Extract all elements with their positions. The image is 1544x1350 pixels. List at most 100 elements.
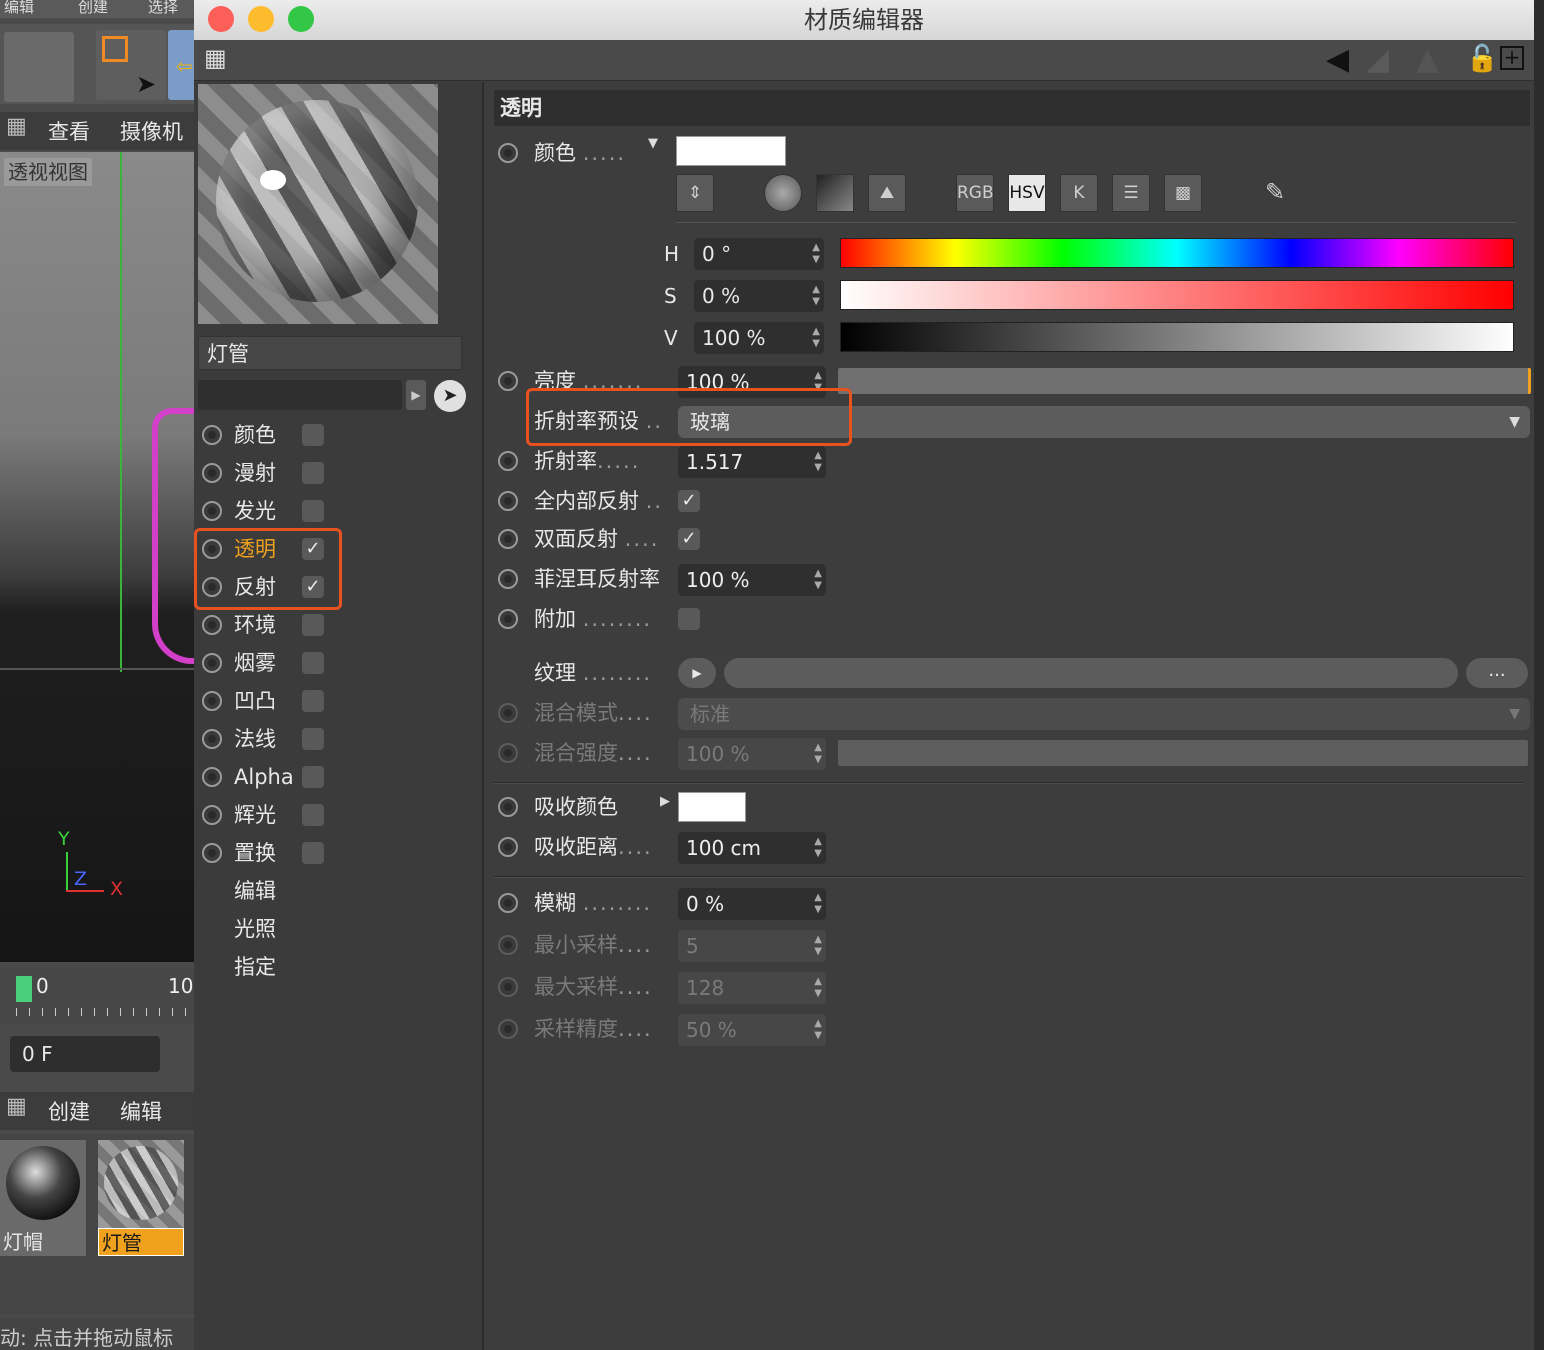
channel-item[interactable]: 法线 <box>202 720 342 758</box>
bg-menu-edit[interactable]: 编辑 <box>4 0 34 17</box>
timeline[interactable]: 0 10 <box>0 968 196 1024</box>
title-bar[interactable]: 材质编辑器 <box>194 0 1534 40</box>
blend-mode-dropdown[interactable]: 标准 ▼ <box>678 698 1530 730</box>
accuracy-field[interactable]: 50 % ▲ ▼ <box>678 1014 826 1046</box>
channel-checkbox[interactable] <box>302 728 324 750</box>
spinner-icon[interactable]: ▲ ▼ <box>814 742 822 766</box>
texture-more-button[interactable]: ... <box>1466 658 1528 688</box>
color-swatch[interactable] <box>676 136 786 166</box>
animate-radio[interactable] <box>498 837 518 857</box>
channel-radio[interactable] <box>202 843 222 863</box>
blend-strength-slider[interactable] <box>838 740 1528 766</box>
timeline-playhead[interactable] <box>16 976 32 1002</box>
brightness-slider[interactable] <box>838 368 1531 394</box>
spinner-icon[interactable]: ▲ ▼ <box>814 568 822 592</box>
channel-checkbox[interactable] <box>302 766 324 788</box>
channel-checkbox[interactable] <box>302 424 324 446</box>
channel-checkbox[interactable]: ✓ <box>302 538 324 560</box>
channel-item[interactable]: 环境 <box>202 606 342 644</box>
channel-checkbox[interactable] <box>302 804 324 826</box>
viewport[interactable]: 透视视图 Y Z X <box>0 152 196 962</box>
swatches-icon[interactable]: ▩ <box>1164 174 1202 212</box>
bg-menu-camera[interactable]: 摄像机 <box>120 116 183 146</box>
channel-checkbox[interactable] <box>302 462 324 484</box>
channel-radio[interactable] <box>202 805 222 825</box>
channel-edit[interactable]: 编辑 <box>234 872 276 910</box>
back-arrow-icon[interactable]: ◀ <box>1326 42 1349 77</box>
channel-radio[interactable] <box>202 691 222 711</box>
animate-radio[interactable] <box>498 797 518 817</box>
animate-radio[interactable] <box>498 703 518 723</box>
channel-checkbox[interactable] <box>302 614 324 636</box>
bg-menu-edit[interactable]: 编辑 <box>120 1096 162 1126</box>
animate-radio[interactable] <box>498 371 518 391</box>
channel-radio[interactable] <box>202 463 222 483</box>
spinner-icon[interactable]: ▲ ▼ <box>814 976 822 1000</box>
hsv-button[interactable]: HSV <box>1008 174 1046 212</box>
channel-item[interactable]: Alpha <box>202 758 342 796</box>
rgb-button[interactable]: RGB <box>956 174 994 212</box>
channel-radio[interactable] <box>202 501 222 521</box>
bg-menu-create[interactable]: 创建 <box>48 1096 90 1126</box>
animate-radio[interactable] <box>498 491 518 511</box>
channel-radio[interactable] <box>202 767 222 787</box>
channel-item[interactable]: 凹凸 <box>202 682 342 720</box>
material-thumb-tube[interactable]: 灯管 <box>98 1140 184 1256</box>
animate-radio[interactable] <box>498 529 518 549</box>
forward-arrow-icon[interactable]: ◢ <box>1366 42 1389 77</box>
bg-menu-view[interactable]: 查看 <box>48 116 90 146</box>
spinner-icon[interactable]: ▲ ▼ <box>814 1018 822 1042</box>
animate-radio[interactable] <box>498 609 518 629</box>
channel-checkbox[interactable] <box>302 842 324 864</box>
channel-item[interactable]: 反射 ✓ <box>202 568 342 606</box>
channel-item[interactable]: 发光 <box>202 492 342 530</box>
dropdown-triangle-icon[interactable]: ▼ <box>648 136 658 151</box>
layer-field[interactable] <box>198 380 402 410</box>
channel-checkbox[interactable]: ✓ <box>302 576 324 598</box>
animate-radio[interactable] <box>498 977 518 997</box>
channel-radio[interactable] <box>202 653 222 673</box>
blend-strength-field[interactable]: 100 % ▲ ▼ <box>678 738 826 770</box>
expand-icon[interactable]: ⇕ <box>676 174 714 212</box>
absorption-color-swatch[interactable] <box>678 792 746 822</box>
material-thumb-cap[interactable]: 灯帽 <box>0 1140 86 1256</box>
bg-menu-create[interactable]: 创建 <box>78 0 108 17</box>
undo-tool-icon[interactable] <box>4 32 74 102</box>
frame-field[interactable]: 0 F <box>10 1036 160 1072</box>
saturation-field[interactable]: 0 % ▲ ▼ <box>694 280 824 312</box>
ior-field[interactable]: 1.517 ▲ ▼ <box>678 446 826 478</box>
animate-radio[interactable] <box>498 143 518 163</box>
expand-triangle-icon[interactable]: ▶ <box>660 794 670 809</box>
spinner-icon[interactable]: ▲ ▼ <box>814 892 822 916</box>
hue-field[interactable]: 0 ° ▲ ▼ <box>694 238 824 270</box>
channel-checkbox[interactable] <box>302 500 324 522</box>
min-samples-field[interactable]: 5 ▲ ▼ <box>678 930 826 962</box>
fresnel-field[interactable]: 100 % ▲ ▼ <box>678 564 826 596</box>
mixer-icon[interactable]: ☰ <box>1112 174 1150 212</box>
material-name-field[interactable]: 灯管 <box>198 336 462 370</box>
lock-icon[interactable]: 🔓 <box>1466 44 1498 74</box>
new-window-icon[interactable]: + <box>1500 46 1524 70</box>
channel-checkbox[interactable] <box>302 690 324 712</box>
channel-checkbox[interactable] <box>302 652 324 674</box>
pointer-icon[interactable]: ➤ <box>434 380 466 412</box>
channel-item[interactable]: 辉光 <box>202 796 342 834</box>
spinner-icon[interactable]: ▲ ▼ <box>812 242 820 266</box>
blur-field[interactable]: 0 % ▲ ▼ <box>678 888 826 920</box>
spinner-icon[interactable]: ▲ ▼ <box>814 450 822 474</box>
value-field[interactable]: 100 % ▲ ▼ <box>694 322 824 354</box>
saturation-slider[interactable] <box>840 280 1514 310</box>
animate-radio[interactable] <box>498 935 518 955</box>
rect-select-tool-icon[interactable]: ➤ <box>96 30 166 100</box>
double-sided-checkbox[interactable]: ✓ <box>678 528 700 550</box>
animate-radio[interactable] <box>498 743 518 763</box>
texture-play-icon[interactable]: ▶ <box>678 658 716 688</box>
channel-item[interactable]: 置换 <box>202 834 342 872</box>
spinner-icon[interactable]: ▲ ▼ <box>812 326 820 350</box>
channel-radio[interactable] <box>202 539 222 559</box>
channel-item[interactable]: 烟雾 <box>202 644 342 682</box>
animate-radio[interactable] <box>498 893 518 913</box>
animate-radio[interactable] <box>498 569 518 589</box>
spectrum-icon[interactable] <box>816 174 854 212</box>
max-samples-field[interactable]: 128 ▲ ▼ <box>678 972 826 1004</box>
